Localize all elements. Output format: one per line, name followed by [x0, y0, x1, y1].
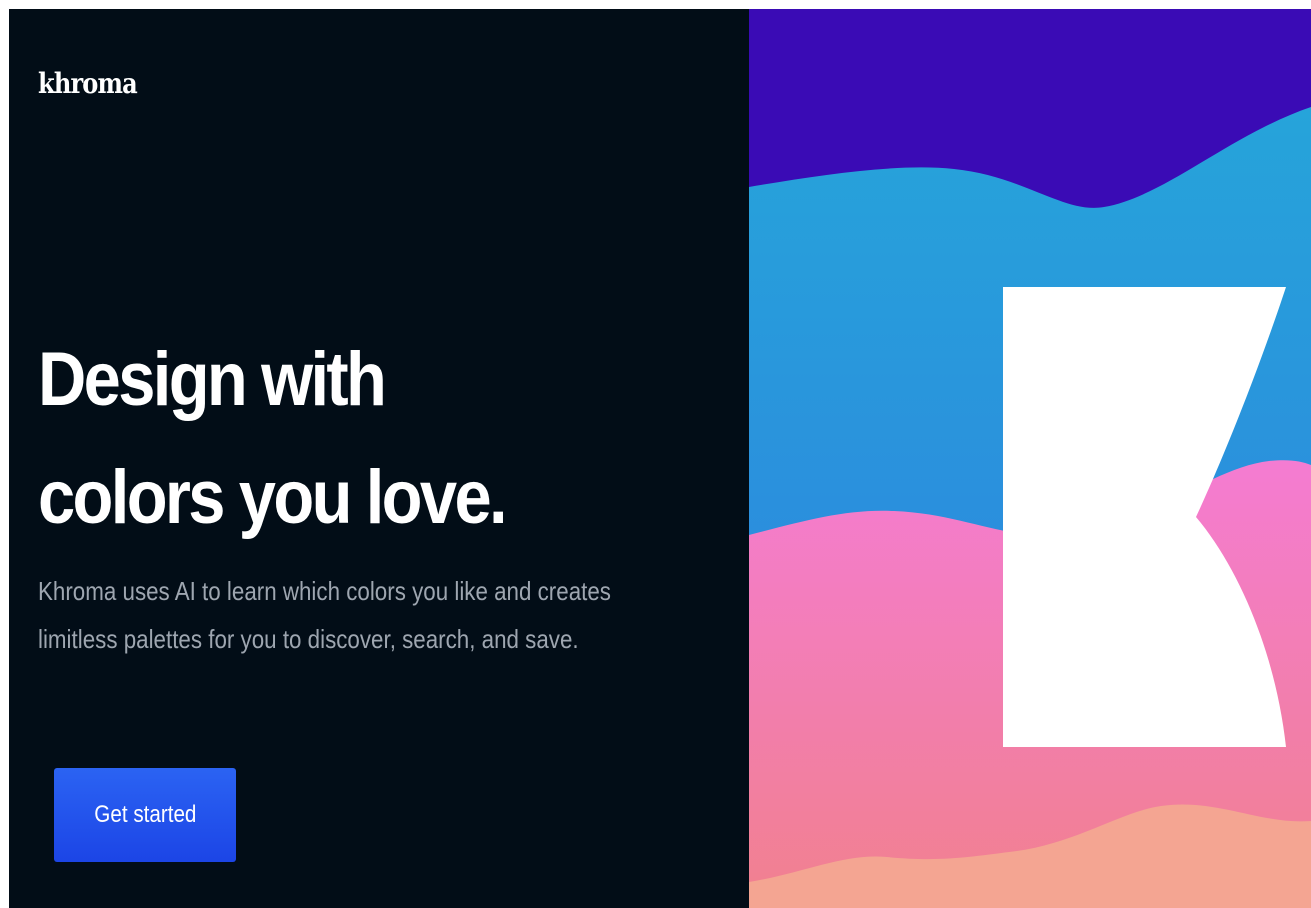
hero-headline-line-1: Design with	[38, 337, 387, 422]
hero-description-line-2: limitless palettes for you to discover, …	[38, 624, 579, 654]
get-started-button[interactable]: Get started	[54, 768, 236, 862]
hero-art-panel	[749, 9, 1311, 908]
hero-description: Khroma uses AI to learn which colors you…	[38, 567, 640, 663]
get-started-label: Get started	[93, 801, 197, 828]
page-frame: khroma Design with colors you love. Khro…	[9, 9, 1311, 908]
hero-headline-line-2: colors you love.	[38, 455, 508, 540]
hero-text-panel: khroma Design with colors you love. Khro…	[9, 9, 749, 908]
hero-headline: Design with colors you love.	[38, 321, 601, 557]
hero-description-line-1: Khroma uses AI to learn which colors you…	[38, 576, 611, 606]
brand-logo[interactable]: khroma	[38, 67, 138, 100]
khroma-k-logo-mark-icon	[749, 9, 1311, 908]
